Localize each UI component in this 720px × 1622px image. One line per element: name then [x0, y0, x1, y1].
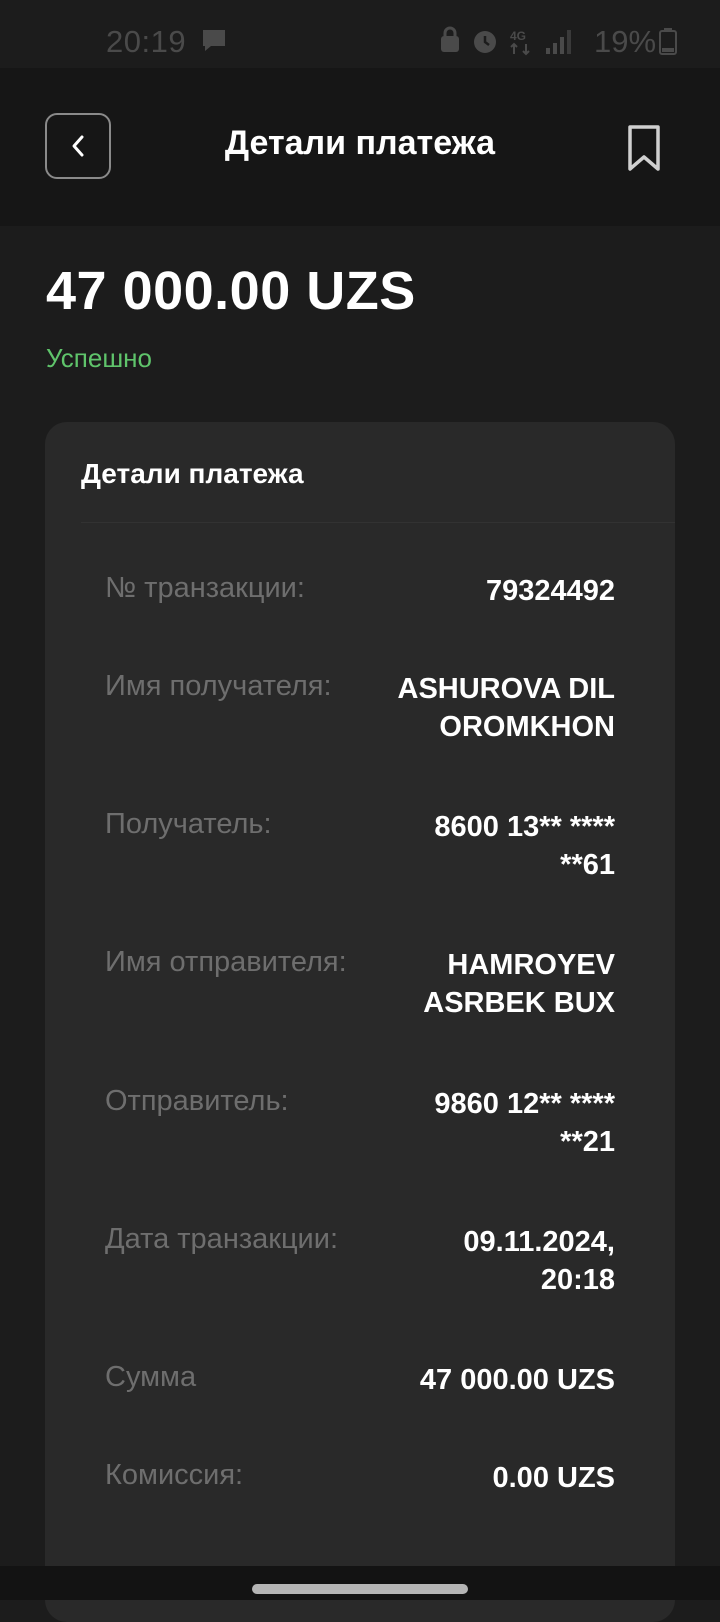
detail-label: Получатель:: [105, 808, 272, 840]
bookmark-icon: [628, 125, 660, 171]
signal-icon: [546, 30, 571, 54]
detail-value: 79324492: [485, 575, 615, 607]
payment-status: Успешно: [46, 343, 152, 373]
detail-value: 0.00 UZS: [492, 1462, 616, 1494]
battery-percentage: 19%: [594, 24, 657, 59]
detail-value: ASHUROVA DIL OROMKHON: [397, 673, 616, 743]
4g-icon: 4G: [510, 29, 530, 56]
detail-label: № транзакции:: [105, 572, 305, 604]
home-gesture-handle[interactable]: [252, 1584, 468, 1594]
bookmark-button[interactable]: [624, 123, 664, 173]
detail-label: Отправитель:: [105, 1085, 289, 1117]
detail-label: Дата транзакции:: [105, 1223, 339, 1255]
detail-value: 8600 13** **** **61: [434, 811, 615, 881]
status-time: 20:19: [106, 24, 187, 59]
card-title: Детали платежа: [81, 458, 304, 489]
detail-value: 9860 12** **** **21: [434, 1088, 615, 1158]
detail-value: 47 000.00 UZS: [419, 1364, 615, 1396]
divider: [81, 522, 675, 523]
detail-label: Имя отправителя:: [105, 946, 347, 978]
alarm-icon: [474, 31, 496, 53]
message-icon: [203, 30, 225, 51]
detail-label: Комиссия:: [105, 1459, 244, 1491]
detail-value: HAMROYEV ASRBEK BUX: [423, 949, 615, 1019]
top-app-bar: Детали платежа: [0, 68, 720, 226]
payment-amount: 47 000.00 UZS: [46, 261, 416, 321]
vpn-icon: [441, 26, 459, 52]
status-bar: 20:19 4G 19%: [0, 0, 720, 68]
detail-value: 09.11.2024, 20:18: [463, 1226, 615, 1296]
svg-text:4G: 4G: [510, 29, 526, 43]
system-nav-bar: [0, 1566, 720, 1600]
page-title: Детали платежа: [224, 124, 496, 162]
battery-icon: [659, 28, 677, 55]
payment-details-card: Детали платежа № транзакции: 79324492 Им…: [45, 422, 675, 1622]
detail-label: Имя получателя:: [105, 670, 332, 702]
detail-label: Сумма: [105, 1361, 197, 1393]
